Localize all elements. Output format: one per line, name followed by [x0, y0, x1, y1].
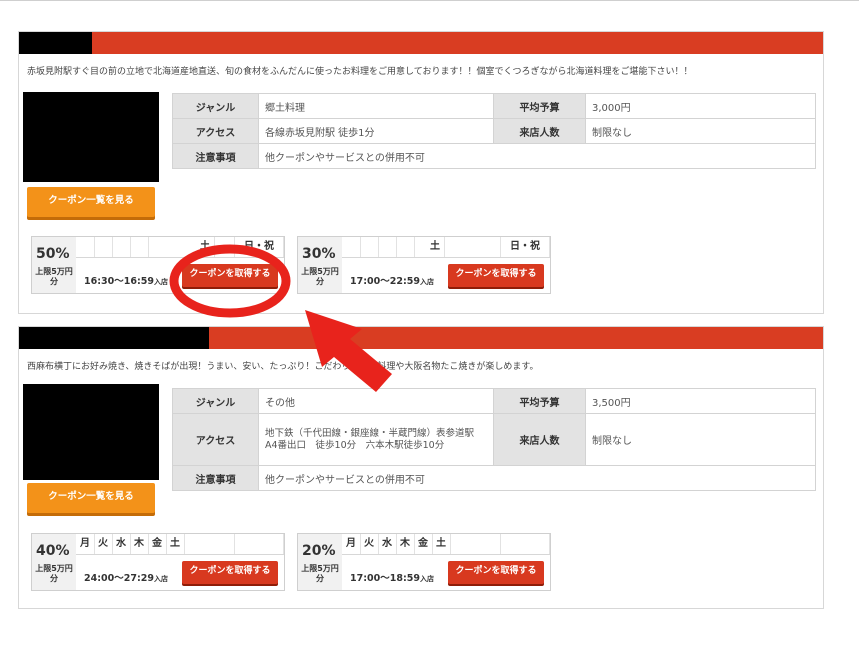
- genre-value: 郷土料理: [258, 93, 494, 119]
- discount-limit: 上限5万円分: [301, 564, 339, 583]
- day-cell: 木: [396, 534, 415, 554]
- get-coupon-button[interactable]: クーポンを取得する: [448, 264, 544, 287]
- genre-value: その他: [258, 388, 494, 414]
- day-cell: [76, 237, 95, 257]
- time-range: 16:30〜16:59: [84, 276, 154, 287]
- discount-percent: 30%: [302, 246, 336, 262]
- genre-label: ジャンル: [172, 388, 259, 414]
- budget-label: 平均予算: [493, 388, 586, 414]
- day-cell: 土: [166, 534, 185, 554]
- restaurant-description: 赤坂見附駅すぐ目の前の立地で北海道産地直送、旬の食材をふんだんに使ったお料理をご…: [27, 67, 693, 77]
- restaurant-description: 西麻布横丁にお好み焼き、焼きそばが出現！うまい、安い、たっぷり！こだわりの鉄板料…: [27, 362, 539, 372]
- restaurant-card: 赤坂見附駅すぐ目の前の立地で北海道産地直送、旬の食材をふんだんに使ったお料理をご…: [18, 31, 824, 314]
- card-header-bar: [19, 32, 823, 54]
- day-cell: [112, 237, 131, 257]
- party-size-label: 来店人数: [493, 413, 586, 466]
- discount-percent: 40%: [36, 543, 70, 559]
- day-cell: 水: [378, 534, 397, 554]
- access-label: アクセス: [172, 118, 259, 144]
- get-coupon-button[interactable]: クーポンを取得する: [182, 561, 278, 584]
- budget-label: 平均予算: [493, 93, 586, 119]
- party-size-value: 制限なし: [585, 118, 816, 144]
- restaurant-info-table: ジャンル 郷土料理 平均予算 3,000円 アクセス 各線赤坂見附駅 徒歩1分 …: [172, 93, 816, 169]
- day-cell: [360, 237, 379, 257]
- valid-time: 24:00〜27:29入店: [84, 570, 168, 584]
- holiday-cell: [500, 534, 550, 554]
- access-value: 各線赤坂見附駅 徒歩1分: [258, 118, 494, 144]
- party-size-value: 制限なし: [585, 413, 816, 466]
- discount-percent: 20%: [302, 543, 336, 559]
- discount-limit: 上限5万円分: [35, 564, 73, 583]
- day-cell: 月: [76, 534, 95, 554]
- valid-time: 17:00〜22:59入店: [350, 273, 434, 287]
- coupon-list-button[interactable]: クーポン一覧を見る: [27, 187, 155, 217]
- day-cell: 土: [432, 534, 451, 554]
- time-suffix: 入店: [419, 278, 434, 286]
- access-label: アクセス: [172, 413, 259, 466]
- day-cell: [396, 237, 415, 257]
- day-cell: [342, 237, 361, 257]
- genre-label: ジャンル: [172, 93, 259, 119]
- time-range: 17:00〜22:59: [350, 276, 420, 287]
- day-cell: 水: [112, 534, 131, 554]
- day-cell: 木: [130, 534, 149, 554]
- time-range: 17:00〜18:59: [350, 573, 420, 584]
- notes-value: 他クーポンやサービスとの併用不可: [258, 465, 816, 491]
- day-cell: 土: [426, 237, 445, 257]
- discount-block: 20% 上限5万円分: [298, 534, 342, 590]
- coupon-card: 20% 上限5万円分 月 火 水 木 金 土 17:00〜18:59入店 クーポ…: [297, 533, 551, 591]
- day-cell: 火: [360, 534, 379, 554]
- valid-days: 土 日・祝: [76, 237, 284, 258]
- day-cell: 土: [196, 237, 215, 257]
- coupon-card: 50% 上限5万円分 土 日・祝 16:30〜16:59入店 クーポンを取得する: [31, 236, 285, 294]
- discount-block: 50% 上限5万円分: [32, 237, 76, 293]
- time-suffix: 入店: [153, 575, 168, 583]
- party-size-label: 来店人数: [493, 118, 586, 144]
- get-coupon-button[interactable]: クーポンを取得する: [182, 264, 278, 287]
- time-range: 24:00〜27:29: [84, 573, 154, 584]
- discount-percent: 50%: [36, 246, 70, 262]
- restaurant-card: 西麻布横丁にお好み焼き、焼きそばが出現！うまい、安い、たっぷり！こだわりの鉄板料…: [18, 326, 824, 609]
- budget-value: 3,500円: [585, 388, 816, 414]
- valid-days: 月 火 水 木 金 土: [342, 534, 550, 555]
- discount-limit: 上限5万円分: [35, 267, 73, 286]
- restaurant-info-table: ジャンル その他 平均予算 3,500円 アクセス 地下鉄（千代田線・銀座線・半…: [172, 388, 816, 491]
- discount-block: 40% 上限5万円分: [32, 534, 76, 590]
- notes-value: 他クーポンやサービスとの併用不可: [258, 143, 816, 169]
- valid-time: 17:00〜18:59入店: [350, 570, 434, 584]
- restaurant-name-redacted: [19, 32, 92, 54]
- top-divider: [0, 0, 859, 1]
- holiday-cell: [234, 534, 284, 554]
- holiday-cell: 日・祝: [500, 237, 550, 257]
- time-suffix: 入店: [153, 278, 168, 286]
- valid-days: 土 日・祝: [342, 237, 550, 258]
- day-cell: 月: [342, 534, 361, 554]
- restaurant-photo-redacted: [23, 384, 159, 480]
- card-header-bar: [19, 327, 823, 349]
- access-value: 地下鉄（千代田線・銀座線・半蔵門線）表参道駅 A4番出口 徒歩10分 六本木駅徒…: [258, 413, 494, 466]
- valid-days: 月 火 水 木 金 土: [76, 534, 284, 555]
- holiday-cell: 日・祝: [234, 237, 284, 257]
- notes-label: 注意事項: [172, 143, 259, 169]
- budget-value: 3,000円: [585, 93, 816, 119]
- day-cell: 金: [414, 534, 433, 554]
- coupon-card: 40% 上限5万円分 月 火 水 木 金 土 24:00〜27:29入店 クーポ…: [31, 533, 285, 591]
- day-cell: [378, 237, 397, 257]
- day-cell: 金: [148, 534, 167, 554]
- day-cell: [94, 237, 113, 257]
- notes-label: 注意事項: [172, 465, 259, 491]
- get-coupon-button[interactable]: クーポンを取得する: [448, 561, 544, 584]
- day-cell: [130, 237, 149, 257]
- valid-time: 16:30〜16:59入店: [84, 273, 168, 287]
- discount-block: 30% 上限5万円分: [298, 237, 342, 293]
- time-suffix: 入店: [419, 575, 434, 583]
- day-cell: 火: [94, 534, 113, 554]
- restaurant-photo-redacted: [23, 92, 159, 182]
- coupon-list-button[interactable]: クーポン一覧を見る: [27, 483, 155, 513]
- discount-limit: 上限5万円分: [301, 267, 339, 286]
- coupon-card: 30% 上限5万円分 土 日・祝 17:00〜22:59入店 クーポンを取得する: [297, 236, 551, 294]
- restaurant-name-redacted: [19, 327, 209, 349]
